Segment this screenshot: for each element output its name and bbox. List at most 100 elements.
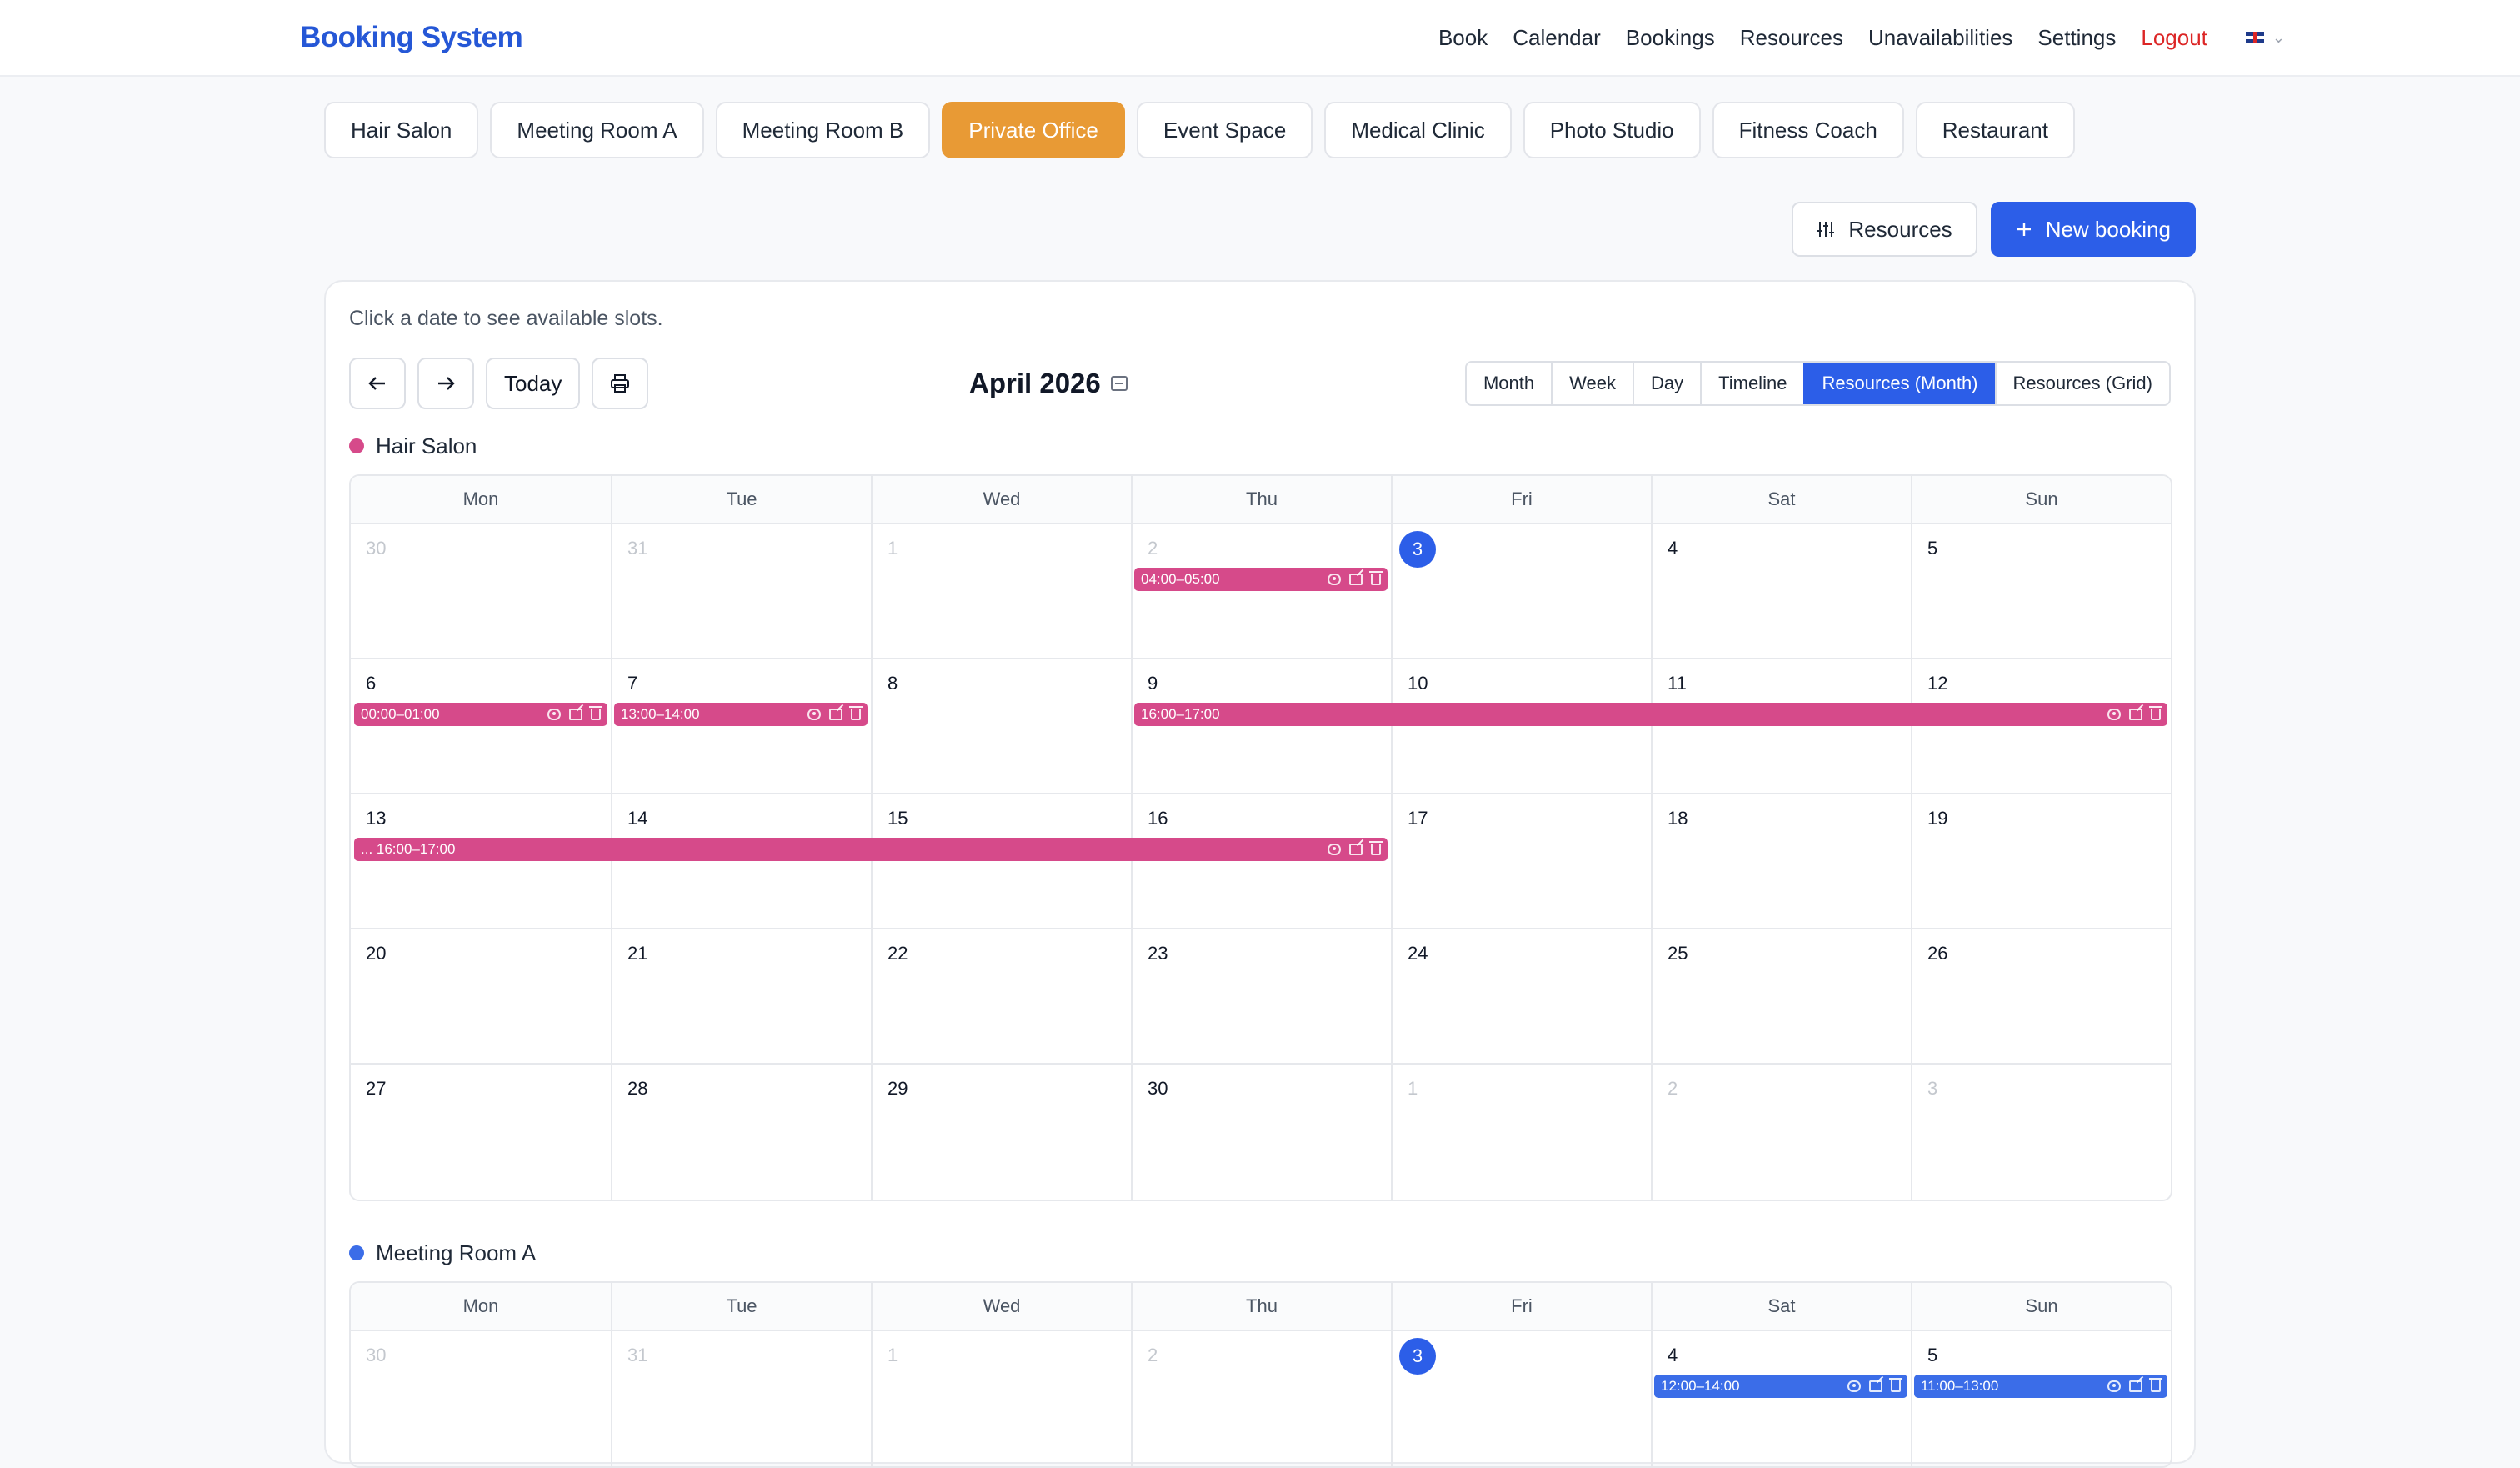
trash-icon[interactable] (1889, 1378, 1902, 1392)
day-cell[interactable]: 30 (1131, 1065, 1391, 1200)
day-cell[interactable]: 19 (1911, 794, 2171, 928)
booking-event[interactable]: 16:00–17:00 (1134, 703, 2168, 726)
nav-book[interactable]: Book (1438, 25, 1488, 51)
day-cell[interactable]: 4 (1651, 1331, 1911, 1466)
view-resources-grid[interactable]: Resources (Grid) (1994, 363, 2169, 404)
trash-icon[interactable] (1369, 571, 1382, 585)
prev-button[interactable] (349, 358, 406, 409)
chip-photo-studio[interactable]: Photo Studio (1522, 102, 1701, 158)
day-cell[interactable]: 18 (1651, 794, 1911, 928)
edit-icon[interactable] (2129, 709, 2142, 720)
chip-hair-salon[interactable]: Hair Salon (324, 102, 479, 158)
month-title[interactable]: April 2026 (969, 358, 1128, 409)
day-cell[interactable]: 3 (1391, 1331, 1651, 1466)
chip-private-office[interactable]: Private Office (942, 102, 1125, 158)
view-month[interactable]: Month (1466, 363, 1552, 404)
day-cell[interactable]: 27 (351, 1065, 611, 1200)
next-button[interactable] (418, 358, 474, 409)
today-button[interactable]: Today (486, 358, 581, 409)
eye-icon[interactable] (1328, 574, 1341, 585)
day-cell[interactable]: 9 (1131, 659, 1391, 793)
day-cell[interactable]: 12 (1911, 659, 2171, 793)
day-cell[interactable]: 25 (1651, 929, 1911, 1063)
day-cell[interactable]: 11 (1651, 659, 1911, 793)
chip-fitness-coach[interactable]: Fitness Coach (1712, 102, 1904, 158)
day-cell[interactable]: 4 (1651, 524, 1911, 658)
booking-event[interactable]: ... 16:00–17:00 (354, 838, 1388, 861)
eye-icon[interactable] (2108, 709, 2121, 720)
app-logo[interactable]: Booking System (300, 21, 523, 54)
day-cell[interactable]: 1 (1391, 1065, 1651, 1200)
day-cell[interactable]: 20 (351, 929, 611, 1063)
trash-icon[interactable] (589, 706, 602, 720)
chip-event-space[interactable]: Event Space (1136, 102, 1313, 158)
nav-resources[interactable]: Resources (1740, 25, 1843, 51)
day-cell[interactable]: 5 (1911, 524, 2171, 658)
new-booking-button[interactable]: New booking (1990, 202, 2196, 257)
eye-icon[interactable] (808, 709, 821, 720)
booking-event[interactable]: 00:00–01:00 (354, 703, 608, 726)
chip-medical-clinic[interactable]: Medical Clinic (1324, 102, 1512, 158)
day-cell[interactable]: 17 (1391, 794, 1651, 928)
edit-icon[interactable] (569, 709, 582, 720)
day-cell[interactable]: 29 (871, 1065, 1131, 1200)
booking-event[interactable]: 13:00–14:00 (614, 703, 868, 726)
eye-icon[interactable] (1848, 1380, 1861, 1392)
print-button[interactable] (592, 358, 649, 409)
day-cell[interactable]: 7 (611, 659, 871, 793)
eye-icon[interactable] (1328, 844, 1341, 855)
chip-restaurant[interactable]: Restaurant (1915, 102, 2075, 158)
booking-event[interactable]: 04:00–05:00 (1134, 568, 1388, 591)
view-resources-month[interactable]: Resources (Month) (1803, 363, 1995, 404)
day-cell[interactable]: 6 (351, 659, 611, 793)
day-cell[interactable]: 23 (1131, 929, 1391, 1063)
booking-event[interactable]: 11:00–13:00 (1914, 1375, 2168, 1398)
nav-settings[interactable]: Settings (2038, 25, 2116, 51)
view-week[interactable]: Week (1551, 363, 1632, 404)
day-cell[interactable]: 8 (871, 659, 1131, 793)
day-cell[interactable]: 16 (1131, 794, 1391, 928)
eye-icon[interactable] (548, 709, 561, 720)
day-cell[interactable]: 28 (611, 1065, 871, 1200)
day-cell[interactable]: 30 (351, 524, 611, 658)
view-timeline[interactable]: Timeline (1700, 363, 1804, 404)
day-cell[interactable]: 30 (351, 1331, 611, 1466)
day-cell[interactable]: 3 (1911, 1065, 2171, 1200)
edit-icon[interactable] (1349, 574, 1362, 585)
resources-button[interactable]: Resources (1792, 202, 1978, 257)
day-cell[interactable]: 5 (1911, 1331, 2171, 1466)
edit-icon[interactable] (829, 709, 842, 720)
trash-icon[interactable] (1369, 841, 1382, 855)
language-selector[interactable]: ⌄ (2245, 29, 2285, 47)
day-cell[interactable]: 21 (611, 929, 871, 1063)
day-cell[interactable]: 14 (611, 794, 871, 928)
eye-icon[interactable] (2108, 1380, 2121, 1392)
edit-icon[interactable] (1869, 1380, 1882, 1392)
trash-icon[interactable] (2149, 706, 2162, 720)
logout-link[interactable]: Logout (2141, 25, 2208, 51)
edit-icon[interactable] (1349, 844, 1362, 855)
day-cell[interactable]: 3 (1391, 524, 1651, 658)
day-cell[interactable]: 1 (871, 1331, 1131, 1466)
edit-icon[interactable] (2129, 1380, 2142, 1392)
day-cell[interactable]: 22 (871, 929, 1131, 1063)
day-cell[interactable]: 13 (351, 794, 611, 928)
trash-icon[interactable] (849, 706, 862, 720)
nav-unavailabilities[interactable]: Unavailabilities (1868, 25, 2012, 51)
day-cell[interactable]: 15 (871, 794, 1131, 928)
day-cell[interactable]: 1 (871, 524, 1131, 658)
day-cell[interactable]: 2 (1651, 1065, 1911, 1200)
day-cell[interactable]: 2 (1131, 524, 1391, 658)
trash-icon[interactable] (2149, 1378, 2162, 1392)
day-cell[interactable]: 10 (1391, 659, 1651, 793)
day-cell[interactable]: 26 (1911, 929, 2171, 1063)
view-day[interactable]: Day (1632, 363, 1701, 404)
nav-bookings[interactable]: Bookings (1626, 25, 1715, 51)
day-cell[interactable]: 24 (1391, 929, 1651, 1063)
day-cell[interactable]: 31 (611, 1331, 871, 1466)
nav-calendar[interactable]: Calendar (1512, 25, 1601, 51)
day-cell[interactable]: 31 (611, 524, 871, 658)
booking-event[interactable]: 12:00–14:00 (1654, 1375, 1908, 1398)
chip-meeting-room-a[interactable]: Meeting Room A (490, 102, 704, 158)
chip-meeting-room-b[interactable]: Meeting Room B (715, 102, 931, 158)
